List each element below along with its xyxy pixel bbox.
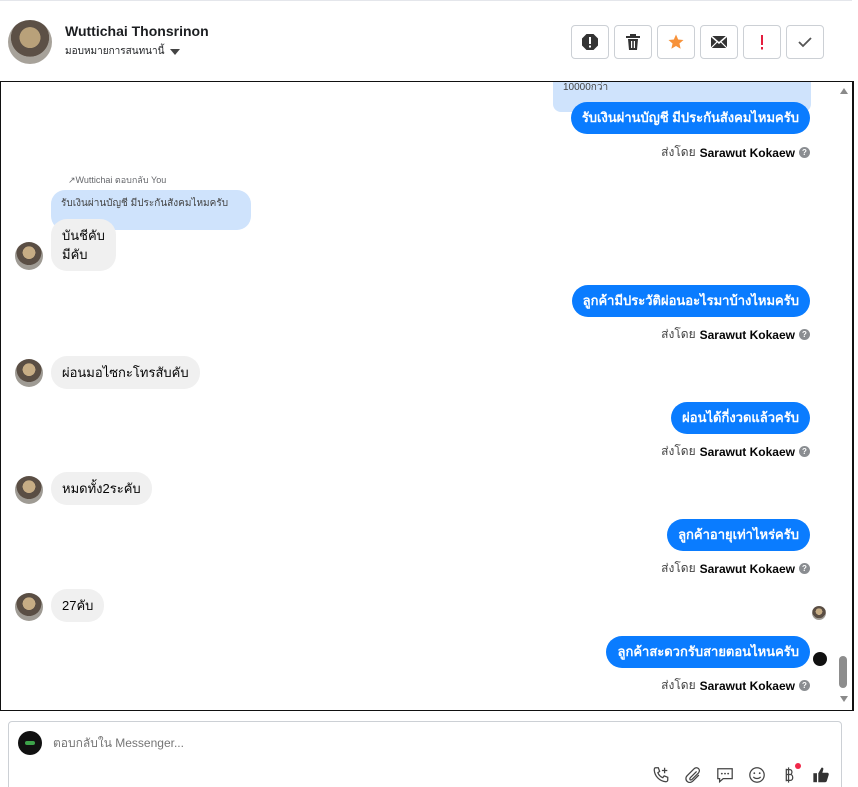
star-icon [668, 34, 684, 49]
mark-spam-button[interactable] [571, 25, 609, 59]
sent-by-label: ส่งโดย Sarawut Kokaew ? [661, 442, 810, 461]
scroll-down-arrow-icon[interactable] [840, 696, 848, 702]
sender-name: Sarawut Kokaew [699, 327, 795, 342]
emoji-button[interactable] [747, 765, 767, 785]
conversation-header: Wuttichai Thonsrinon มอบหมายการสนทนานี้ [0, 0, 852, 82]
seen-avatar-indicator [812, 606, 826, 620]
incoming-message[interactable]: บันชีคับ มีคับ [51, 219, 116, 271]
incoming-message[interactable]: 27คับ [51, 589, 105, 622]
outgoing-message[interactable]: ลูกค้าสะดวกรับสายตอนไหนครับ [606, 636, 810, 668]
sent-by-label: ส่งโดย Sarawut Kokaew ? [661, 559, 810, 578]
thread-scrollbar[interactable] [838, 82, 850, 710]
help-icon[interactable]: ? [799, 680, 810, 691]
composer-tools [651, 763, 831, 785]
scroll-up-arrow-icon[interactable] [840, 88, 848, 94]
spam-alert-icon [582, 34, 598, 50]
notification-dot [795, 763, 801, 769]
follow-up-button[interactable] [743, 25, 781, 59]
baht-payment-icon [785, 767, 794, 783]
thumbs-up-icon [813, 767, 829, 783]
mark-done-button[interactable] [786, 25, 824, 59]
sender-name: Sarawut Kokaew [699, 561, 795, 576]
star-button[interactable] [657, 25, 695, 59]
reply-input[interactable] [53, 736, 553, 750]
help-icon[interactable]: ? [799, 563, 810, 574]
envelope-icon [710, 35, 728, 49]
outgoing-message[interactable]: ลูกค้ามีประวัติผ่อนอะไรมาบ้างไหมครับ [571, 285, 810, 317]
exclamation-icon [761, 35, 763, 50]
call-add-button[interactable] [651, 765, 671, 785]
reply-composer [8, 721, 842, 787]
delete-button[interactable] [614, 25, 652, 59]
sent-by-label: ส่งโดย Sarawut Kokaew ? [661, 325, 810, 344]
sender-name: Sarawut Kokaew [699, 444, 795, 459]
help-icon[interactable]: ? [799, 446, 810, 457]
attachment-icon [685, 767, 701, 783]
checkmark-icon [798, 37, 812, 48]
saved-replies-button[interactable] [715, 765, 735, 785]
contact-name[interactable]: Wuttichai Thonsrinon [65, 23, 209, 39]
help-icon[interactable]: ? [799, 329, 810, 340]
contact-avatar-small [15, 242, 43, 270]
conversation-actions [571, 25, 824, 59]
assign-conversation-label: มอบหมายการสนทนานี้ [65, 46, 165, 57]
reply-note: ↗Wuttichai ตอบกลับ You [68, 175, 167, 185]
help-icon[interactable]: ? [799, 147, 810, 158]
send-like-button[interactable] [811, 765, 831, 785]
contact-avatar-small [15, 359, 43, 387]
emoji-icon [749, 767, 765, 783]
contact-avatar[interactable] [8, 20, 52, 64]
attach-file-button[interactable] [683, 765, 703, 785]
contact-avatar-small [15, 476, 43, 504]
reply-arrow-icon: ↗ [68, 175, 76, 185]
caret-down-icon [170, 48, 181, 55]
outgoing-message[interactable]: รับเงินผ่านบัญชี มีประกันสังคมไหมครับ [570, 102, 810, 134]
incoming-message[interactable]: หมดทั้ง2ระคับ [51, 472, 152, 505]
contact-avatar-small [15, 593, 43, 621]
messenger-conversation-view: Wuttichai Thonsrinon มอบหมายการสนทนานี้ [0, 0, 858, 787]
scrollbar-thumb[interactable] [839, 656, 847, 688]
call-add-icon [653, 767, 669, 783]
message-thread[interactable]: 10000กว่า รับเงินผ่านบัญชี มีประกันสังคม… [0, 81, 854, 711]
saved-reply-icon [717, 768, 733, 784]
incoming-message[interactable]: ผ่อนมอไซกะโทรสับคับ [51, 356, 200, 389]
payment-button[interactable] [779, 763, 801, 785]
sent-by-label: ส่งโดย Sarawut Kokaew ? [661, 676, 810, 695]
sender-name: Sarawut Kokaew [699, 145, 795, 160]
sent-by-label: ส่งโดย Sarawut Kokaew ? [661, 143, 810, 162]
trash-icon [626, 34, 640, 50]
sender-name: Sarawut Kokaew [699, 678, 795, 693]
page-avatar-indicator [813, 652, 827, 666]
mark-unread-button[interactable] [700, 25, 738, 59]
outgoing-message[interactable]: ลูกค้าอายุเท่าไหร่ครับ [667, 519, 810, 551]
outgoing-message[interactable]: ผ่อนได้กี่งวดแล้วครับ [671, 402, 810, 434]
assign-conversation-dropdown[interactable]: มอบหมายการสนทนานี้ [65, 44, 181, 59]
page-avatar [18, 731, 42, 755]
